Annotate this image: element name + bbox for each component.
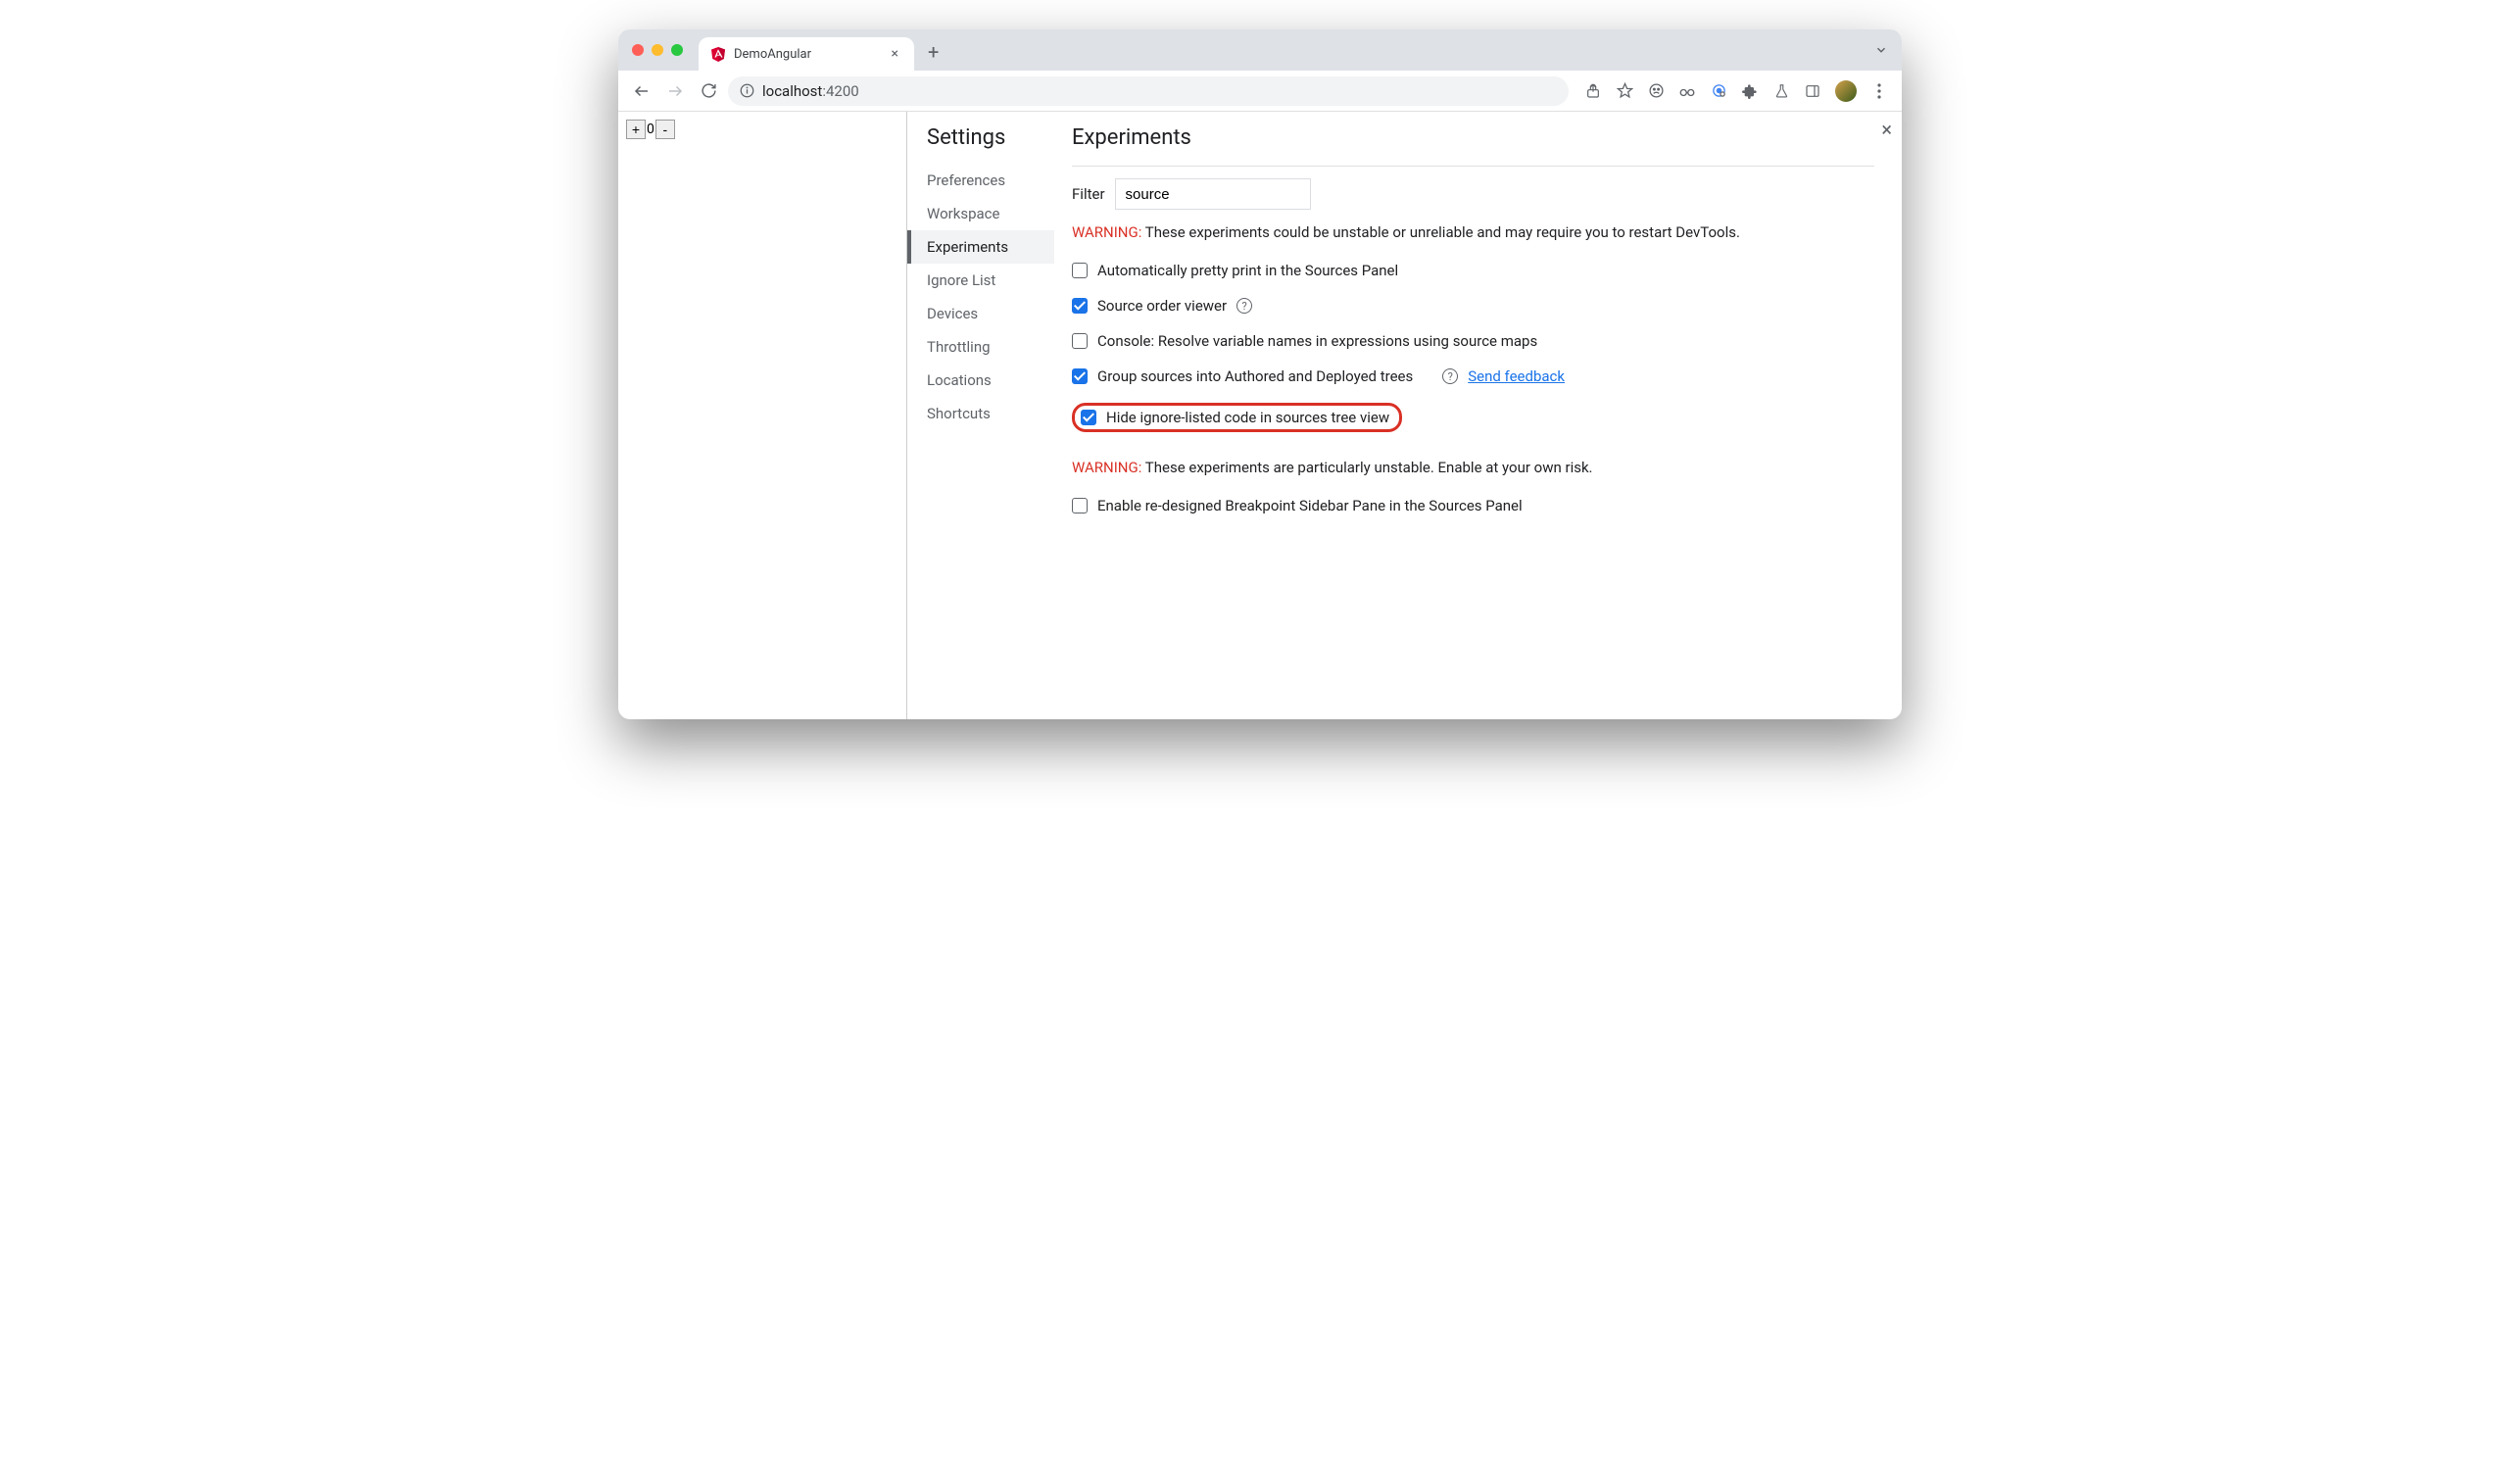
experiment-source-order: Source order viewer ? [1072, 288, 1874, 323]
decrement-button[interactable]: - [655, 120, 675, 139]
experiment-breakpoint-sidebar: Enable re-designed Breakpoint Sidebar Pa… [1072, 488, 1874, 523]
warning-label: WARNING: [1072, 459, 1141, 476]
nav-experiments[interactable]: Experiments [907, 230, 1054, 264]
help-icon[interactable]: ? [1442, 368, 1458, 384]
experiment-label: Group sources into Authored and Deployed… [1097, 367, 1413, 385]
settings-sidebar: Settings Preferences Workspace Experimen… [907, 112, 1054, 719]
experiment-label: Enable re-designed Breakpoint Sidebar Pa… [1097, 497, 1523, 514]
extension-glasses-icon[interactable] [1678, 82, 1696, 100]
close-window-button[interactable] [632, 44, 644, 56]
profile-avatar[interactable] [1835, 80, 1857, 102]
forward-button[interactable] [661, 77, 689, 105]
maximize-window-button[interactable] [671, 44, 683, 56]
labs-flask-icon[interactable] [1772, 82, 1790, 100]
experiment-group-sources: Group sources into Authored and Deployed… [1072, 359, 1874, 394]
experiment-label: Source order viewer [1097, 297, 1227, 315]
page-viewport: + 0 - [618, 112, 907, 719]
url-host: localhost [762, 82, 822, 100]
experiment-console-resolve: Console: Resolve variable names in expre… [1072, 323, 1874, 359]
address-bar[interactable]: localhost:4200 [728, 76, 1569, 106]
nav-preferences[interactable]: Preferences [927, 164, 1054, 197]
checkbox-pretty-print[interactable] [1072, 263, 1088, 278]
nav-locations[interactable]: Locations [927, 364, 1054, 397]
divider [1072, 166, 1874, 167]
help-icon[interactable]: ? [1236, 298, 1252, 314]
browser-window: DemoAngular × + localhost:4200 [618, 29, 1902, 719]
nav-ignore-list[interactable]: Ignore List [927, 264, 1054, 297]
warning-particularly-unstable: WARNING: These experiments are particula… [1072, 459, 1874, 476]
window-controls [632, 44, 683, 56]
checkbox-console-resolve[interactable] [1072, 333, 1088, 349]
new-tab-button[interactable]: + [924, 36, 943, 68]
warning-unstable: WARNING: These experiments could be unst… [1072, 223, 1874, 241]
filter-input[interactable] [1115, 178, 1311, 210]
angular-icon [710, 46, 726, 62]
counter-widget: + 0 - [626, 120, 898, 139]
share-icon[interactable] [1584, 82, 1602, 100]
warning-text: These experiments could be unstable or u… [1141, 223, 1740, 241]
extensions-puzzle-icon[interactable] [1741, 82, 1759, 100]
experiment-list-unstable: Enable re-designed Breakpoint Sidebar Pa… [1072, 488, 1874, 523]
tab-strip: DemoAngular × + [618, 29, 1902, 71]
tab-title: DemoAngular [734, 47, 880, 62]
checkbox-source-order[interactable] [1072, 298, 1088, 314]
experiment-list: Automatically pretty print in the Source… [1072, 253, 1874, 441]
close-settings-button[interactable]: × [1881, 118, 1892, 141]
experiment-hide-ignore-listed: Hide ignore-listed code in sources tree … [1072, 394, 1874, 441]
toolbar-actions [1584, 80, 1888, 102]
extension-target-icon[interactable] [1710, 82, 1727, 100]
filter-label: Filter [1072, 185, 1105, 203]
experiment-label: Automatically pretty print in the Source… [1097, 262, 1398, 279]
browser-toolbar: localhost:4200 [618, 71, 1902, 112]
back-button[interactable] [628, 77, 655, 105]
warning-label: WARNING: [1072, 223, 1141, 241]
checkbox-group-sources[interactable] [1072, 368, 1088, 384]
chrome-menu-icon[interactable] [1870, 82, 1888, 100]
content-area: + 0 - × Settings Preferences Workspace E… [618, 112, 1902, 719]
highlight-annotation: Hide ignore-listed code in sources tree … [1072, 403, 1402, 432]
settings-title: Settings [927, 125, 1054, 150]
checkbox-hide-ignore-listed[interactable] [1081, 410, 1096, 425]
tab-search-button[interactable] [1874, 43, 1888, 57]
nav-workspace[interactable]: Workspace [927, 197, 1054, 230]
browser-tab[interactable]: DemoAngular × [699, 37, 914, 71]
close-tab-button[interactable]: × [888, 44, 902, 64]
devtools-settings-panel: × Settings Preferences Workspace Experim… [907, 112, 1902, 719]
site-info-icon[interactable] [740, 83, 754, 98]
warning-text: These experiments are particularly unsta… [1141, 459, 1592, 476]
nav-throttling[interactable]: Throttling [927, 330, 1054, 364]
filter-row: Filter [1072, 178, 1874, 210]
experiment-label: Console: Resolve variable names in expre… [1097, 332, 1537, 350]
experiment-pretty-print: Automatically pretty print in the Source… [1072, 253, 1874, 288]
incognito-icon[interactable] [1647, 82, 1665, 100]
bookmark-star-icon[interactable] [1616, 82, 1633, 100]
url-port: :4200 [822, 82, 858, 100]
settings-nav: Preferences Workspace Experiments Ignore… [927, 164, 1054, 430]
experiment-label: Hide ignore-listed code in sources tree … [1106, 409, 1389, 426]
minimize-window-button[interactable] [652, 44, 663, 56]
send-feedback-link[interactable]: Send feedback [1468, 367, 1565, 385]
side-panel-icon[interactable] [1804, 82, 1821, 100]
nav-devices[interactable]: Devices [927, 297, 1054, 330]
experiments-heading: Experiments [1072, 125, 1874, 150]
reload-button[interactable] [695, 77, 722, 105]
increment-button[interactable]: + [626, 120, 646, 139]
counter-value: 0 [647, 122, 654, 137]
checkbox-breakpoint-sidebar[interactable] [1072, 498, 1088, 513]
settings-main: Experiments Filter WARNING: These experi… [1054, 112, 1902, 719]
nav-shortcuts[interactable]: Shortcuts [927, 397, 1054, 430]
